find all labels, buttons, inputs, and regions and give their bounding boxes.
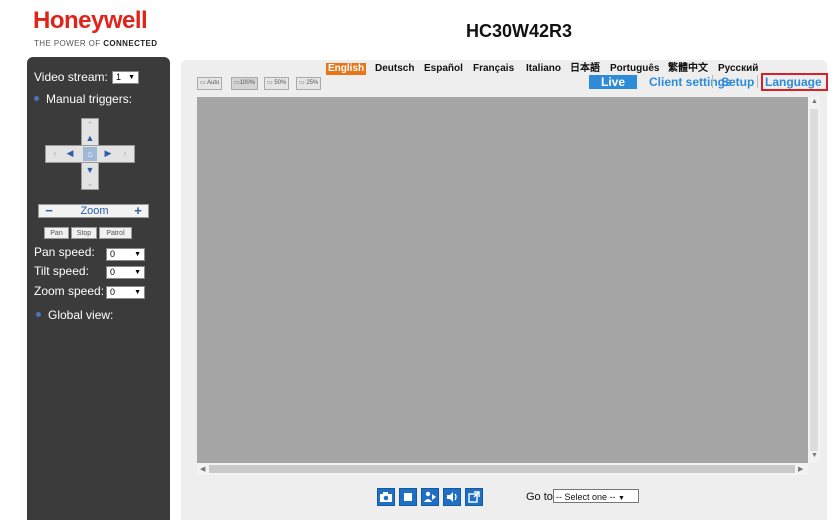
stop-button[interactable]: Stop [71, 227, 97, 239]
zoom-control: − Zoom + [38, 204, 149, 218]
goto-label: Go to [526, 491, 553, 503]
ptz-right-icon[interactable]: ▶ [101, 148, 115, 159]
lang-chinese[interactable]: 繁體中文 [668, 63, 708, 75]
expand-bullet-icon[interactable] [36, 312, 41, 317]
global-view-label[interactable]: Global view: [48, 308, 113, 322]
tilt-speed-select[interactable]: 0 ▼ [106, 266, 145, 279]
pan-speed-label: Pan speed: [34, 245, 95, 259]
camera-icon[interactable] [377, 488, 395, 506]
size-100-label: 100% [239, 80, 256, 86]
zoom-speed-label: Zoom speed: [34, 284, 105, 298]
size-50-button[interactable]: ▭ 50% [264, 77, 290, 90]
lang-francais[interactable]: Français [473, 63, 514, 75]
nav-divider [757, 75, 758, 88]
chevron-down-icon: ▼ [134, 251, 141, 258]
vertical-scrollbar[interactable]: ▲ ▼ [808, 97, 820, 463]
patrol-button[interactable]: Patrol [99, 227, 132, 239]
scroll-up-icon[interactable]: ▲ [811, 98, 818, 105]
scroll-right-icon[interactable]: ▶ [798, 465, 803, 473]
chevron-down-icon: ▼ [128, 74, 135, 81]
pan-button[interactable]: Pan [44, 227, 69, 239]
size-auto-button[interactable]: ▭ Auto [197, 77, 223, 90]
size-25-label: 25% [306, 80, 319, 86]
horizontal-scroll-thumb[interactable] [209, 465, 795, 473]
speaker-icon[interactable] [443, 488, 461, 506]
video-stream-value: 1 [116, 72, 122, 82]
zoom-in-button[interactable]: + [128, 204, 148, 217]
chevron-down-icon: ▼ [134, 289, 141, 296]
ptz-up-far-icon[interactable]: ⌃ [81, 120, 99, 131]
page-title: HC30W42R3 [465, 21, 573, 41]
lang-english[interactable]: English [326, 63, 367, 75]
lang-portugues[interactable]: Português [610, 63, 659, 75]
lang-italiano[interactable]: Italiano [526, 63, 561, 75]
goto-select-value: -- Select one -- [556, 492, 616, 502]
record-icon[interactable] [399, 488, 417, 506]
scroll-down-icon[interactable]: ▼ [811, 452, 818, 459]
tilt-speed-label: Tilt speed: [34, 264, 89, 278]
nav-setup[interactable]: Setup [721, 75, 754, 89]
video-stream-area[interactable] [197, 97, 808, 463]
size-50-label: 50% [274, 80, 287, 86]
manual-triggers-label[interactable]: Manual triggers: [46, 92, 132, 106]
goto-select[interactable]: -- Select one -- ▼ [553, 489, 639, 503]
ptz-right-far-icon[interactable]: › [119, 148, 131, 158]
lang-russian[interactable]: Русский [718, 63, 758, 75]
ptz-left-icon[interactable]: ◀ [63, 148, 77, 159]
pan-speed-select[interactable]: 0 ▼ [106, 248, 145, 261]
page-title-wrap: HC30W42R3 [0, 20, 833, 42]
lang-espanol[interactable]: Español [424, 63, 463, 75]
scroll-left-icon[interactable]: ◀ [200, 465, 205, 473]
zoom-speed-value: 0 [110, 287, 116, 297]
chevron-down-icon: ▼ [134, 269, 141, 276]
pan-speed-value: 0 [110, 249, 116, 259]
zoom-label[interactable]: Zoom [67, 205, 122, 217]
lang-deutsch[interactable]: Deutsch [375, 63, 414, 75]
size-auto-label: Auto [207, 80, 220, 86]
video-stream-select[interactable]: 1 ▼ [112, 71, 139, 84]
nav-client-settings[interactable]: Client settings [649, 75, 732, 89]
expand-bullet-icon[interactable] [34, 96, 39, 101]
size-100-button[interactable]: ▭100% [231, 77, 259, 90]
zoom-out-button[interactable]: − [39, 204, 59, 217]
person-icon[interactable] [421, 488, 439, 506]
home-icon[interactable]: ⌂ [83, 147, 97, 161]
nav-live[interactable]: Live [589, 75, 638, 89]
zoom-speed-select[interactable]: 0 ▼ [106, 286, 145, 299]
video-stream-label: Video stream: [34, 70, 108, 84]
viewer-panel: ▭ Auto ▭100% ▭ 50% ▭ 25% English Deutsch… [181, 60, 828, 520]
chevron-down-icon: ▼ [618, 495, 625, 502]
ptz-down-far-icon[interactable]: ⌄ [81, 178, 99, 189]
lang-japanese[interactable]: 日本語 [570, 63, 600, 75]
ptz-up-icon[interactable]: ▲ [81, 133, 99, 143]
horizontal-scrollbar[interactable]: ◀ ▶ [197, 463, 808, 475]
tilt-speed-value: 0 [110, 267, 116, 277]
vertical-scroll-thumb[interactable] [810, 109, 818, 451]
ptz-down-icon[interactable]: ▼ [81, 165, 99, 175]
popout-icon[interactable] [465, 488, 483, 506]
nav-divider [712, 75, 713, 88]
ptz-left-far-icon[interactable]: ‹ [49, 148, 61, 158]
size-25-button[interactable]: ▭ 25% [296, 77, 322, 90]
language-highlight-box [761, 73, 828, 91]
